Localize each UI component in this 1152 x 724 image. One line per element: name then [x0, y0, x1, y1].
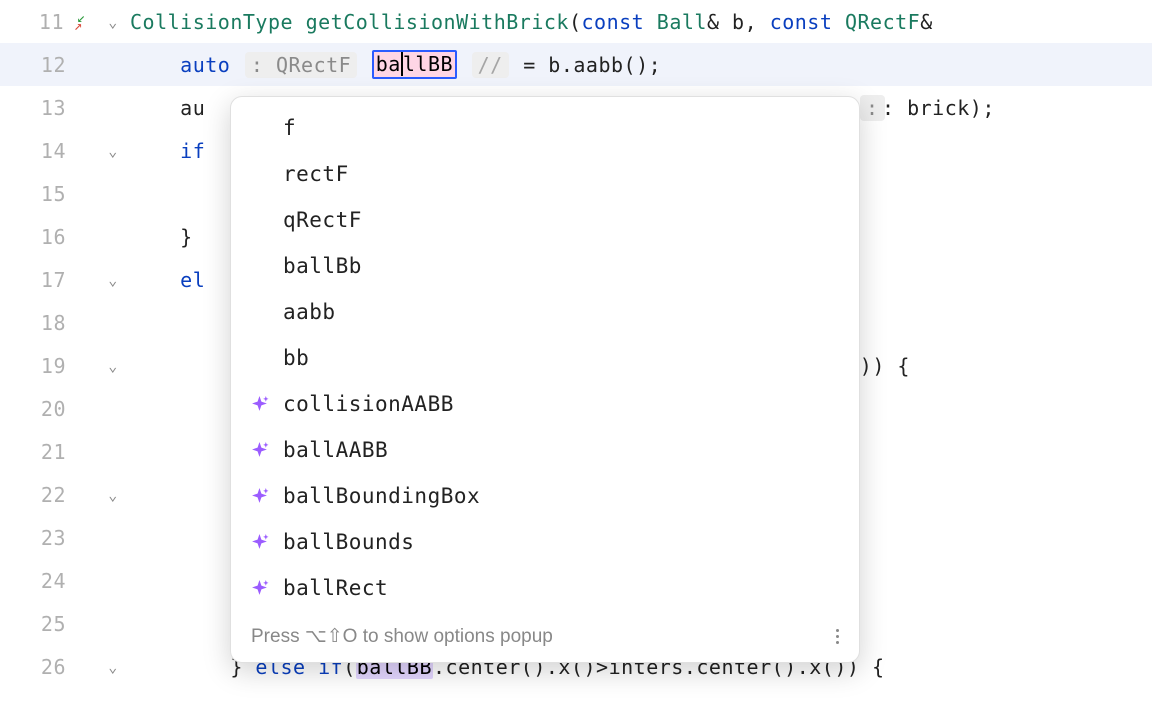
autocomplete-item-label: qRectF	[283, 208, 841, 232]
more-options-icon[interactable]	[832, 625, 843, 648]
line-number: 18	[26, 311, 66, 335]
autocomplete-item[interactable]: ballBoundingBox	[231, 473, 859, 519]
ampersand: &	[707, 10, 720, 34]
fold-toggle-icon[interactable]: ⌄	[104, 13, 122, 31]
autocomplete-item[interactable]: qRectF	[231, 197, 859, 243]
line-number: 11	[24, 10, 64, 34]
line-number: 19	[26, 354, 66, 378]
autocomplete-item-label: ballAABB	[283, 438, 841, 462]
text-caret	[401, 52, 403, 76]
line-number: 20	[26, 397, 66, 421]
line-number: 25	[26, 612, 66, 636]
gutter: 17 ⌄	[0, 268, 130, 292]
rename-text-pre: ba	[376, 52, 401, 76]
inlay-hint-type: : QRectF	[245, 52, 357, 78]
autocomplete-item-label: aabb	[283, 300, 841, 324]
code-content[interactable]: CollisionType getCollisionWithBrick ( co…	[130, 10, 1152, 34]
vcs-change-marker-icon[interactable]: ↙↗	[74, 12, 94, 32]
gutter: 16 ⌄	[0, 225, 130, 249]
comma: ,	[745, 10, 770, 34]
autocomplete-item-label: collisionAABB	[283, 392, 841, 416]
gutter: 12 ⌄	[0, 53, 130, 77]
line-number: 15	[26, 182, 66, 206]
keyword-const: const	[582, 10, 645, 34]
autocomplete-item[interactable]: f	[231, 105, 859, 151]
line-number: 12	[26, 53, 66, 77]
autocomplete-popup[interactable]: f rectF qRectF ballBb aabb bb collisionAABB bal…	[230, 96, 860, 663]
ai-sparkle-icon	[249, 488, 271, 504]
autocomplete-item-label: rectF	[283, 162, 841, 186]
line-number: 13	[26, 96, 66, 120]
ai-sparkle-icon	[249, 534, 271, 550]
autocomplete-item[interactable]: collisionAABB	[231, 381, 859, 427]
line-number: 23	[26, 526, 66, 550]
autocomplete-item-label: bb	[283, 346, 841, 370]
keyword-const: const	[770, 10, 833, 34]
code-line-current[interactable]: 12 ⌄ auto : QRectF ballBB // = b.aabb();	[0, 43, 1152, 86]
rename-text-post: llBB	[403, 52, 453, 76]
function-name: getCollisionWithBrick	[306, 10, 569, 34]
rename-selection[interactable]: ballBB	[372, 50, 457, 80]
autocomplete-item-label: ballBoundingBox	[283, 484, 841, 508]
inlay-hint: :	[860, 95, 885, 121]
code-line[interactable]: 11 ↙↗ ⌄ CollisionType getCollisionWithBr…	[0, 0, 1152, 43]
autocomplete-item[interactable]: ballBounds	[231, 519, 859, 565]
line-number: 21	[26, 440, 66, 464]
autocomplete-list[interactable]: f rectF qRectF ballBb aabb bb collisionAABB bal…	[231, 97, 859, 615]
gutter: 11 ↙↗ ⌄	[0, 10, 130, 34]
ai-sparkle-icon	[249, 580, 271, 596]
autocomplete-item[interactable]: ballBb	[231, 243, 859, 289]
code-fragment: : brick);	[882, 96, 995, 120]
autocomplete-footer: Press ⌥⇧O to show options popup	[231, 615, 859, 662]
code-rest: = b.aabb();	[511, 53, 662, 77]
return-type: CollisionType	[130, 10, 293, 34]
autocomplete-item[interactable]: bb	[231, 335, 859, 381]
keyword-auto: auto	[180, 53, 230, 77]
autocomplete-item-label: ballBounds	[283, 530, 841, 554]
type-qrectf: QRectF	[845, 10, 920, 34]
line-number: 26	[26, 655, 66, 679]
inlay-hint-trailing: //	[472, 52, 509, 78]
line-number: 22	[26, 483, 66, 507]
gutter: 14 ⌄	[0, 139, 130, 163]
autocomplete-item[interactable]: ballRect	[231, 565, 859, 611]
ai-sparkle-icon	[249, 442, 271, 458]
ai-sparkle-icon	[249, 396, 271, 412]
comment-marker: //	[478, 53, 503, 77]
keyword-else: el	[180, 268, 205, 292]
gutter: 26 ⌄	[0, 655, 130, 679]
gutter: 13 ⌄	[0, 96, 130, 120]
autocomplete-item[interactable]: ballAABB	[231, 427, 859, 473]
fold-toggle-icon[interactable]: ⌄	[104, 486, 122, 504]
gutter: 19 ⌄	[0, 354, 130, 378]
fold-toggle-icon[interactable]: ⌄	[104, 271, 122, 289]
autocomplete-item[interactable]: rectF	[231, 151, 859, 197]
gutter: 18 ⌄	[0, 311, 130, 335]
paren-open: (	[569, 10, 582, 34]
fold-toggle-icon[interactable]: ⌄	[104, 357, 122, 375]
gutter: 15 ⌄	[0, 182, 130, 206]
code-fragment: au	[180, 96, 205, 120]
ampersand: &	[920, 10, 933, 34]
autocomplete-item-label: f	[283, 116, 841, 140]
autocomplete-item-label: ballBb	[283, 254, 841, 278]
fold-toggle-icon[interactable]: ⌄	[104, 658, 122, 676]
line-number: 16	[26, 225, 66, 249]
autocomplete-item-label: ballRect	[283, 576, 841, 600]
code-content[interactable]: auto : QRectF ballBB // = b.aabb();	[130, 50, 1152, 80]
param-b: b	[732, 10, 745, 34]
line-number: 24	[26, 569, 66, 593]
line-number: 14	[26, 139, 66, 163]
keyword-if: if	[180, 139, 205, 163]
fold-toggle-icon[interactable]: ⌄	[104, 142, 122, 160]
autocomplete-item[interactable]: aabb	[231, 289, 859, 335]
autocomplete-hint-text: Press ⌥⇧O to show options popup	[251, 625, 553, 648]
type-ball: Ball	[657, 10, 707, 34]
line-number: 17	[26, 268, 66, 292]
code-editor[interactable]: 11 ↙↗ ⌄ CollisionType getCollisionWithBr…	[0, 0, 1152, 724]
brace-close: }	[180, 225, 193, 249]
